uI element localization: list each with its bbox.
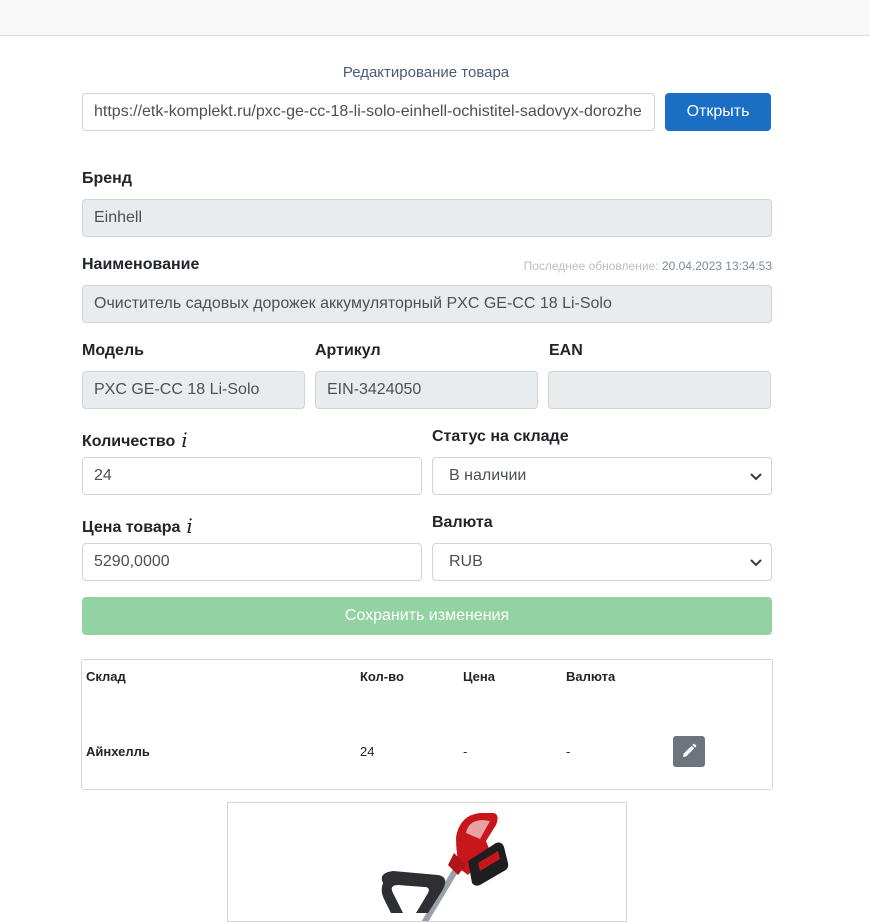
header-price: Цена — [463, 669, 495, 684]
header-currency: Валюта — [566, 669, 616, 684]
stock-status-value: В наличии — [449, 467, 527, 484]
warehouse-table: Склад Кол-во Цена Валюта Айнхелль 24 - - — [81, 659, 773, 790]
article-field[interactable]: EIN-3424050 — [315, 371, 538, 409]
cell-warehouse: Айнхелль — [86, 744, 150, 759]
page-title: Редактирование товара — [342, 64, 510, 81]
pencil-icon — [683, 743, 697, 757]
info-icon[interactable]: i — [181, 428, 187, 452]
model-field[interactable]: PXC GE-CC 18 Li-Solo — [82, 371, 305, 409]
header-warehouse: Склад — [86, 669, 126, 684]
cell-qty: 24 — [360, 744, 375, 759]
brand-field[interactable]: Einhell — [82, 199, 772, 237]
product-trimmer-image — [381, 813, 509, 921]
price-label: Цена товара — [82, 519, 181, 536]
name-label: Наименование — [82, 256, 200, 273]
stock-status-label: Статус на складе — [432, 428, 569, 445]
last-update-label: Последнее обновление: — [523, 259, 659, 273]
url-input[interactable]: https://etk-komplekt.ru/pxc-ge-cc-18-li-… — [82, 93, 655, 131]
currency-select[interactable]: RUB — [432, 543, 772, 581]
chevron-down-icon — [750, 559, 762, 567]
product-image — [227, 802, 627, 922]
header-qty: Кол-во — [360, 669, 404, 684]
currency-label: Валюта — [432, 514, 493, 531]
model-label: Модель — [82, 342, 144, 359]
article-label: Артикул — [315, 342, 381, 359]
ean-field[interactable] — [548, 371, 771, 409]
last-update-info: Последнее обновление: 20.04.2023 13:34:5… — [524, 259, 772, 273]
chevron-down-icon — [750, 473, 762, 481]
brand-label: Бренд — [82, 170, 132, 187]
currency-value: RUB — [449, 553, 483, 570]
ean-label: EAN — [549, 342, 583, 359]
quantity-label: Количество — [82, 433, 176, 450]
cell-currency: - — [566, 744, 571, 759]
open-button[interactable]: Открыть — [665, 93, 771, 131]
top-bar — [0, 0, 870, 36]
price-label-group: Цена товара i — [82, 514, 193, 538]
info-icon[interactable]: i — [186, 514, 192, 538]
stock-status-select[interactable]: В наличии — [432, 457, 772, 495]
price-field[interactable]: 5290,0000 — [82, 543, 422, 581]
quantity-label-group: Количество i — [82, 428, 188, 452]
edit-row-button[interactable] — [673, 736, 705, 767]
cell-price: - — [463, 744, 468, 759]
name-field[interactable]: Очиститель садовых дорожек аккумуляторны… — [82, 285, 772, 323]
quantity-field[interactable]: 24 — [82, 457, 422, 495]
last-update-value: 20.04.2023 13:34:53 — [661, 259, 772, 273]
save-changes-button[interactable]: Сохранить изменения — [82, 597, 772, 635]
